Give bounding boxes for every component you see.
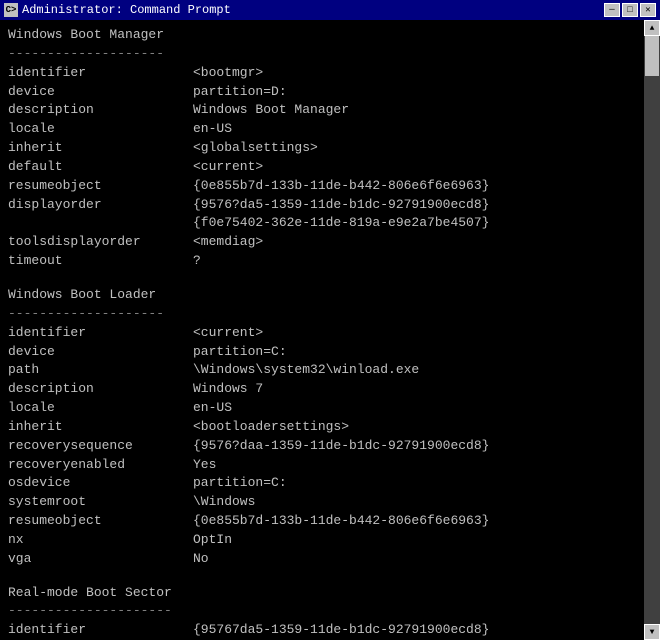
table-row: recoverysequence{9576?daa-1359-11de-b1dc… <box>8 437 652 456</box>
table-row: path\Windows\system32\winload.exe <box>8 361 652 380</box>
section-header-boot-loader-1: Windows Boot Loader <box>8 286 652 305</box>
app-icon: C> <box>4 3 18 17</box>
table-row: identifier<current> <box>8 324 652 343</box>
scroll-thumb[interactable] <box>645 36 659 76</box>
table-row: localeen-US <box>8 399 652 418</box>
table-row: inherit<globalsettings> <box>8 139 652 158</box>
app-window: C> Administrator: Command Prompt ─ □ ✕ W… <box>0 0 660 640</box>
table-row: identifier<bootmgr> <box>8 64 652 83</box>
separator-1: -------------------- <box>8 45 652 64</box>
table-row: descriptionWindows 7 <box>8 380 652 399</box>
table-row: toolsdisplayorder<memdiag> <box>8 233 652 252</box>
scroll-up-button[interactable]: ▲ <box>644 20 660 36</box>
separator-3: --------------------- <box>8 602 652 621</box>
table-row: resumeobject{0e855b7d-133b-11de-b442-806… <box>8 177 652 196</box>
title-bar-controls[interactable]: ─ □ ✕ <box>604 3 656 17</box>
table-row: {f0e75402-362e-11de-819a-e9e2a7be4507} <box>8 214 652 233</box>
table-row: localeen-US <box>8 120 652 139</box>
window-title: Administrator: Command Prompt <box>22 3 231 17</box>
table-row: osdevicepartition=C: <box>8 474 652 493</box>
scroll-down-button[interactable]: ▼ <box>644 624 660 640</box>
table-row: identifier{95767da5-1359-11de-b1dc-92791… <box>8 621 652 640</box>
title-bar-left: C> Administrator: Command Prompt <box>4 3 231 17</box>
table-row: inherit<bootloadersettings> <box>8 418 652 437</box>
section-header-boot-manager: Windows Boot Manager <box>8 26 652 45</box>
spacer <box>8 271 652 284</box>
close-button[interactable]: ✕ <box>640 3 656 17</box>
scroll-track[interactable] <box>644 36 660 624</box>
separator-2: -------------------- <box>8 305 652 324</box>
minimize-button[interactable]: ─ <box>604 3 620 17</box>
spacer <box>8 569 652 582</box>
table-row: descriptionWindows Boot Manager <box>8 101 652 120</box>
section-header-real-mode: Real-mode Boot Sector <box>8 584 652 603</box>
table-row: timeout? <box>8 252 652 271</box>
table-row: displayorder{9576?da5-1359-11de-b1dc-927… <box>8 196 652 215</box>
table-row: resumeobject{0e855b7d-133b-11de-b442-806… <box>8 512 652 531</box>
table-row: systemroot\Windows <box>8 493 652 512</box>
table-row: recoveryenabledYes <box>8 456 652 475</box>
table-row: vgaNo <box>8 550 652 569</box>
title-bar: C> Administrator: Command Prompt ─ □ ✕ <box>0 0 660 20</box>
console-area: Windows Boot Manager -------------------… <box>0 20 660 640</box>
maximize-button[interactable]: □ <box>622 3 638 17</box>
scrollbar[interactable]: ▲ ▼ <box>644 20 660 640</box>
table-row: default<current> <box>8 158 652 177</box>
table-row: nxOptIn <box>8 531 652 550</box>
table-row: devicepartition=C: <box>8 343 652 362</box>
table-row: devicepartition=D: <box>8 83 652 102</box>
